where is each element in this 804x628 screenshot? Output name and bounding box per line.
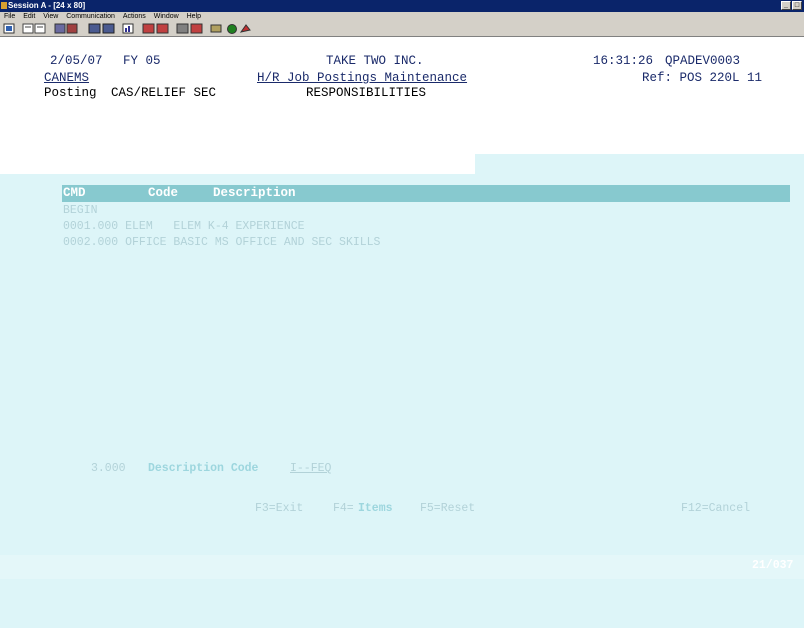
minimize-button[interactable]: _ (781, 1, 791, 10)
program-name: CANEMS (44, 71, 90, 85)
f12-cancel-key[interactable]: F12=Cancel (681, 502, 750, 515)
f4-items-key[interactable]: Items (358, 502, 393, 515)
window-titlebar: Session A - [24 x 80] _ □ (0, 0, 804, 12)
print-screen-icon[interactable] (3, 23, 15, 34)
menu-window[interactable]: Window (154, 13, 179, 20)
menu-communication[interactable]: Communication (66, 13, 115, 20)
window-title: Session A - [24 x 80] (8, 1, 86, 10)
list-item[interactable]: 0002.000 OFFICE BASIC MS OFFICE AND SEC … (63, 236, 380, 249)
transfer-icon[interactable] (176, 23, 204, 34)
terminal-screen[interactable]: 2/05/07 FY 05 TAKE TWO INC. 16:31:26 QPA… (0, 37, 804, 628)
screen-title: H/R Job Postings Maintenance (257, 71, 468, 85)
posting-value: CAS/RELIEF SEC (111, 86, 217, 100)
menu-file[interactable]: File (4, 13, 15, 20)
column-header-code: Code (148, 186, 179, 200)
entry-label: Description Code (148, 462, 259, 475)
f4-key-prefix[interactable]: F4= (333, 502, 354, 515)
cursor-position: 21/037 (752, 559, 794, 572)
session-icon[interactable] (1, 2, 7, 9)
description-code-field[interactable]: I--FEQ (290, 462, 331, 475)
list-item[interactable]: 0001.000 ELEM ELEM K-4 EXPERIENCE (63, 220, 305, 233)
f5-reset-key[interactable]: F5=Reset (420, 502, 475, 515)
posting-label: Posting (44, 86, 97, 100)
screen-time: 16:31:26 (593, 54, 654, 68)
column-header-cmd: CMD (63, 186, 86, 200)
screen-date: 2/05/07 (50, 54, 103, 68)
active-panel-top (475, 154, 804, 176)
menu-view[interactable]: View (43, 13, 58, 20)
device-id: QPADEV0003 (665, 54, 741, 68)
menu-actions[interactable]: Actions (123, 13, 146, 20)
f3-exit-key[interactable]: F3=Exit (255, 502, 303, 515)
macro-icon[interactable] (142, 23, 170, 34)
menu-bar: File Edit View Communication Actions Win… (0, 12, 804, 22)
screen-ref: Ref: POS 220L 11 (642, 71, 763, 85)
help-icon[interactable] (226, 23, 252, 34)
menu-help[interactable]: Help (187, 13, 201, 20)
entry-sequence: 3.000 (91, 462, 126, 475)
list-item[interactable]: BEGIN (63, 204, 98, 217)
fiscal-year: FY 05 (123, 54, 161, 68)
maximize-button[interactable]: □ (792, 1, 802, 10)
menu-edit[interactable]: Edit (23, 13, 35, 20)
company-name: TAKE TWO INC. (326, 54, 424, 68)
column-header-description: Description (213, 186, 296, 200)
display-icon[interactable] (88, 23, 116, 34)
toolbar (0, 22, 804, 37)
keyboard-icon[interactable] (210, 23, 222, 34)
chart-icon[interactable] (122, 23, 134, 34)
section-title: RESPONSIBILITIES (306, 86, 427, 100)
status-line (0, 555, 804, 579)
copy-paste-icon[interactable] (22, 23, 48, 34)
send-receive-icon[interactable] (54, 23, 80, 34)
